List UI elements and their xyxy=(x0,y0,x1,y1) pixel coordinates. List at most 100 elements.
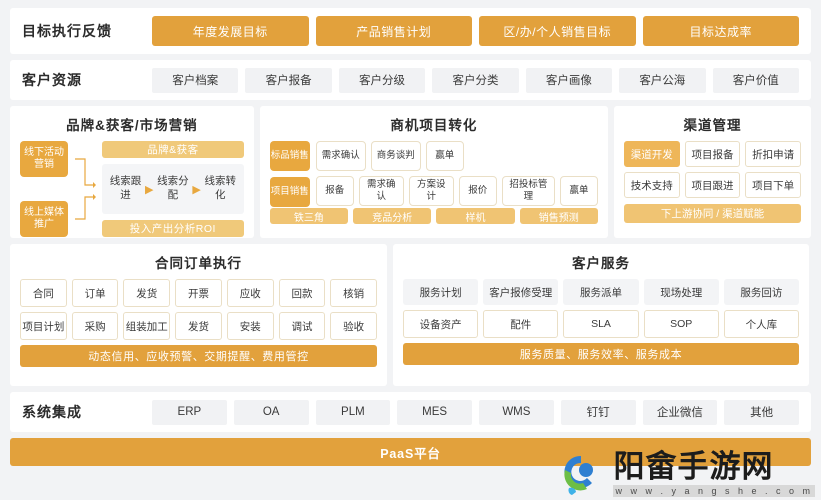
customer-resource-row: 客户资源 客户档案 客户报备 客户分级 客户分类 客户画像 客户公海 客户价值 xyxy=(10,60,811,100)
opp-step[interactable]: 需求确认 xyxy=(358,176,404,206)
contract-cell[interactable]: 验收 xyxy=(330,312,378,340)
service-cell[interactable]: SLA xyxy=(563,310,639,338)
goal-row-items: 年度发展目标 产品销售计划 区/办/个人销售目标 目标达成率 xyxy=(152,16,799,46)
opp-step[interactable]: 方案设计 xyxy=(408,176,454,206)
customer-chip[interactable]: 客户价值 xyxy=(712,67,799,93)
watermark-site-url: w w w . y a n g s h e . c o m xyxy=(613,484,815,497)
contract-footer-bar: 动态信用、应收预警、交期提醒、费用管控 xyxy=(20,345,377,367)
flow-arrow-icon: ▶ xyxy=(192,183,201,196)
contract-execution-panel: 合同订单执行 合同 订单 发货 开票 应收 回款 核销 项目计划 采购 组装加工… xyxy=(10,244,387,386)
flow-arrow-icon: ▶ xyxy=(144,183,154,196)
service-cell[interactable]: 客户报修受理 xyxy=(483,279,559,305)
opportunity-panel-body: 标品销售 项目销售 需求确认 商务谈判 赢单 报备 需求确认 方案设计 报价 招… xyxy=(269,141,598,207)
service-cell[interactable]: 配件 xyxy=(483,310,559,338)
lead-flow-strip: 线索跟进 ▶ 线索分配 ▶ 线索转化 xyxy=(102,164,244,214)
contract-cell[interactable]: 开票 xyxy=(175,279,222,307)
system-chip[interactable]: MES xyxy=(397,399,472,425)
contract-cell[interactable]: 组装加工 xyxy=(123,312,171,340)
contract-cell[interactable]: 发货 xyxy=(123,279,171,307)
channel-cell-active[interactable]: 渠道开发 xyxy=(623,141,680,167)
opp-step[interactable]: 商务谈判 xyxy=(370,141,421,171)
opp-step[interactable]: 报价 xyxy=(458,176,497,206)
system-row-items: ERP OA PLM MES WMS 钉钉 企业微信 其他 xyxy=(152,399,799,425)
contract-cell[interactable]: 应收 xyxy=(226,279,274,307)
opp-step[interactable]: 赢单 xyxy=(425,141,464,171)
opp-step[interactable]: 需求确认 xyxy=(315,141,366,171)
channel-cell[interactable]: 项目跟进 xyxy=(684,172,741,198)
customer-row-title: 客户资源 xyxy=(22,72,82,88)
opportunity-panel-title: 商机项目转化 xyxy=(390,118,478,133)
brand-source-box[interactable]: 线上媒体推广 xyxy=(20,201,68,237)
customer-chip[interactable]: 客户报备 xyxy=(245,67,332,93)
opportunity-footer-chips: 铁三角 竞品分析 样机 销售预测 xyxy=(269,208,598,224)
opp-step[interactable]: 赢单 xyxy=(559,176,598,206)
customer-chip[interactable]: 客户档案 xyxy=(152,67,239,93)
system-chip[interactable]: WMS xyxy=(479,399,554,425)
system-chip[interactable]: ERP xyxy=(152,399,227,425)
contract-cell[interactable]: 安装 xyxy=(226,312,274,340)
opportunity-footer-chip[interactable]: 竞品分析 xyxy=(353,208,432,224)
service-row-2: 设备资产 配件 SLA SOP 个人库 xyxy=(403,310,800,338)
goal-chip[interactable]: 区/办/个人销售目标 xyxy=(479,16,636,46)
channel-cell-grid: 渠道开发 项目报备 折扣申请 技术支持 项目跟进 项目下单 xyxy=(623,141,801,198)
contract-cell[interactable]: 核销 xyxy=(330,279,378,307)
brand-source-box[interactable]: 线下活动营销 xyxy=(20,141,68,177)
channel-footer-bar: 下上游协同 / 渠道赋能 xyxy=(623,204,801,223)
system-row-title: 系统集成 xyxy=(22,404,82,420)
panel-row-bottom: 合同订单执行 合同 订单 发货 开票 应收 回款 核销 项目计划 采购 组装加工… xyxy=(10,244,811,386)
contract-cell[interactable]: 调试 xyxy=(278,312,326,340)
system-chip[interactable]: PLM xyxy=(315,399,391,425)
contract-cell[interactable]: 采购 xyxy=(71,312,119,340)
brand-sources: 线下活动营销 线上媒体推广 xyxy=(20,141,68,237)
customer-chip[interactable]: 客户公海 xyxy=(619,67,706,93)
service-cell[interactable]: 服务派单 xyxy=(563,279,639,305)
contract-row-2: 项目计划 采购 组装加工 发货 安装 调试 验收 xyxy=(20,312,378,340)
channel-cell[interactable]: 折扣申请 xyxy=(745,141,801,167)
opportunity-footer-chip[interactable]: 销售预测 xyxy=(519,208,598,224)
service-cell[interactable]: 设备资产 xyxy=(403,310,479,338)
channel-cell[interactable]: 项目报备 xyxy=(684,141,741,167)
brand-acquisition-panel: 品牌&获客/市场营销 线下活动营销 线上媒体推广 品牌&获客 线索跟进 ▶ 线索… xyxy=(10,106,254,238)
contract-cell[interactable]: 发货 xyxy=(175,312,222,340)
channel-management-panel: 渠道管理 渠道开发 项目报备 折扣申请 技术支持 项目跟进 项目下单 下上游协同… xyxy=(613,106,811,238)
lead-flow-node[interactable]: 线索跟进 xyxy=(106,175,145,202)
opp-step[interactable]: 报备 xyxy=(315,176,354,206)
goal-chip[interactable]: 目标达成率 xyxy=(642,16,799,46)
opportunity-footer-chip[interactable]: 铁三角 xyxy=(269,208,349,224)
goal-chip[interactable]: 产品销售计划 xyxy=(315,16,472,46)
lane-standard-steps: 需求确认 商务谈判 赢单 xyxy=(315,141,598,171)
brand-top-bar: 品牌&获客 xyxy=(102,141,244,158)
customer-row-items: 客户档案 客户报备 客户分级 客户分类 客户画像 客户公海 客户价值 xyxy=(152,67,799,93)
brand-panel-body: 线下活动营销 线上媒体推广 品牌&获客 线索跟进 ▶ 线索分配 ▶ 线索转化 投… xyxy=(20,141,244,237)
system-chip[interactable]: 其他 xyxy=(724,399,799,425)
system-chip[interactable]: OA xyxy=(233,399,309,425)
contract-cell[interactable]: 合同 xyxy=(20,279,67,307)
opportunity-lanes: 需求确认 商务谈判 赢单 报备 需求确认 方案设计 报价 招投标管理 赢单 xyxy=(315,141,598,207)
system-chip[interactable]: 企业微信 xyxy=(642,399,718,425)
customer-chip[interactable]: 客户分类 xyxy=(432,67,519,93)
customer-service-panel: 客户服务 服务计划 客户报修受理 服务派单 现场处理 服务回访 设备资产 配件 … xyxy=(393,244,809,386)
goal-chip[interactable]: 年度发展目标 xyxy=(152,16,309,46)
crm-architecture-diagram: 目标执行反馈 年度发展目标 产品销售计划 区/办/个人销售目标 目标达成率 客户… xyxy=(0,0,821,500)
opportunity-footer-chip[interactable]: 样机 xyxy=(436,208,515,224)
contract-cell[interactable]: 订单 xyxy=(71,279,119,307)
contract-cell[interactable]: 项目计划 xyxy=(20,312,67,340)
lane-label-standard[interactable]: 标品销售 xyxy=(269,141,310,171)
goal-row-title: 目标执行反馈 xyxy=(22,23,112,39)
service-cell[interactable]: SOP xyxy=(643,310,719,338)
service-cell[interactable]: 现场处理 xyxy=(643,279,719,305)
channel-cell[interactable]: 技术支持 xyxy=(623,172,680,198)
system-integration-row: 系统集成 ERP OA PLM MES WMS 钉钉 企业微信 其他 xyxy=(10,392,811,432)
customer-chip[interactable]: 客户画像 xyxy=(525,67,613,93)
channel-cell[interactable]: 项目下单 xyxy=(745,172,801,198)
service-cell[interactable]: 个人库 xyxy=(723,310,800,338)
lead-flow-node[interactable]: 线索分配 xyxy=(153,175,192,202)
lead-flow-node[interactable]: 线索转化 xyxy=(201,175,240,202)
customer-chip[interactable]: 客户分级 xyxy=(338,67,426,93)
opp-step[interactable]: 招投标管理 xyxy=(501,176,555,206)
lane-label-project[interactable]: 项目销售 xyxy=(269,177,310,207)
service-cell[interactable]: 服务回访 xyxy=(723,279,800,305)
system-chip[interactable]: 钉钉 xyxy=(560,399,636,425)
contract-cell[interactable]: 回款 xyxy=(278,279,326,307)
service-cell[interactable]: 服务计划 xyxy=(403,279,479,305)
